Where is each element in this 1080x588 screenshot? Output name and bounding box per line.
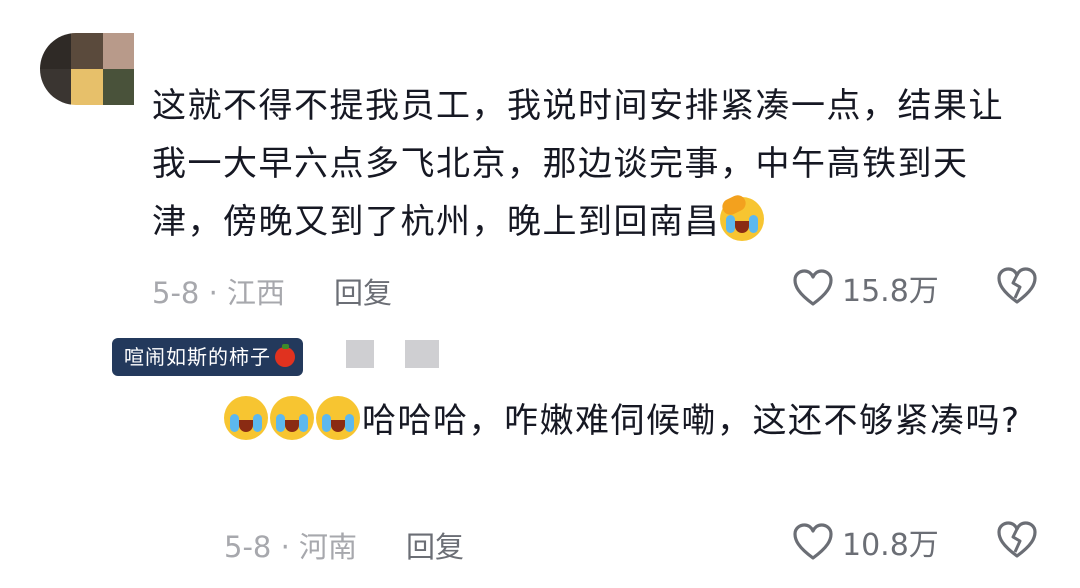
comment-text: 这就不得不提我员工，我说时间安排紧凑一点，结果让我一大早六点多飞北京，那边谈完事… <box>152 77 1032 251</box>
username-blur <box>346 340 374 368</box>
crying-laughing-emoji <box>316 396 360 440</box>
username-blur <box>405 340 439 368</box>
tomato-icon <box>275 344 295 367</box>
username[interactable]: 喧闹如斯的柿子 <box>112 338 303 376</box>
reply-button[interactable]: 回复 <box>406 524 464 566</box>
face-palm-laughing-emoji <box>719 192 764 241</box>
like-count: 10.8万 <box>842 528 939 563</box>
comment-body: 哈哈哈，咋嫩难伺候嘞，这还不够紧凑吗? <box>362 401 1021 441</box>
broken-heart-icon[interactable] <box>996 266 1038 306</box>
like-button[interactable]: 10.8万 <box>792 520 939 564</box>
comment-date-location: 5-8 · 河南 <box>224 530 358 564</box>
broken-heart-icon[interactable] <box>996 520 1038 560</box>
comment-text: 哈哈哈，咋嫩难伺候嘞，这还不够紧凑吗? <box>224 392 1044 450</box>
crying-laughing-emoji <box>270 396 314 440</box>
comment-date-location: 5-8 · 江西 <box>152 276 286 310</box>
heart-outline-icon <box>793 269 833 306</box>
comment-body: 这就不得不提我员工，我说时间安排紧凑一点，结果让我一大早六点多飞北京，那边谈完事… <box>152 86 1004 242</box>
heart-outline-icon <box>793 523 833 560</box>
reply-button[interactable]: 回复 <box>334 270 392 312</box>
avatar[interactable] <box>40 33 134 105</box>
like-count: 15.8万 <box>842 274 939 309</box>
crying-laughing-emoji <box>224 396 268 440</box>
like-button[interactable]: 15.8万 <box>792 266 939 310</box>
username-text: 喧闹如斯的柿子 <box>124 345 271 369</box>
